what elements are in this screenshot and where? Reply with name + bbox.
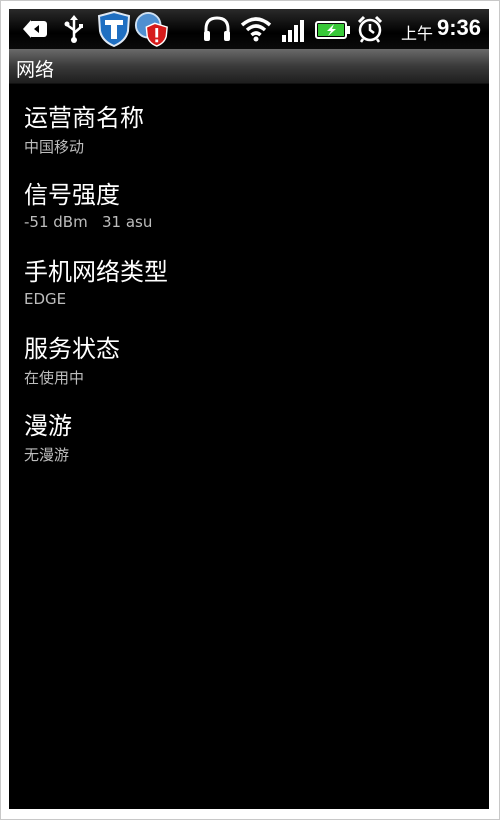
- signal-icon: [282, 20, 304, 42]
- list-item-label: 运营商名称: [24, 104, 144, 132]
- status-clock: 9:36: [436, 15, 481, 40]
- list-item-network-type[interactable]: 手机网络类型 EDGE: [9, 238, 489, 315]
- phone-screen: 上午 9:36 网络 运营商名称 中国移动 信号强度 -51 dBm 31 as…: [9, 9, 489, 809]
- list-item-signal-strength[interactable]: 信号强度 -51 dBm 31 asu: [9, 161, 489, 238]
- status-ampm: 上午: [400, 24, 433, 43]
- network-info-list: 运营商名称 中国移动 信号强度 -51 dBm 31 asu 手机网络类型 ED…: [9, 84, 489, 469]
- list-item-service-state[interactable]: 服务状态 在使用中: [9, 315, 489, 392]
- list-item-value: 在使用中: [24, 369, 85, 387]
- alert-badge-icon: [134, 11, 168, 47]
- usb-icon: [64, 15, 83, 43]
- title-bar: 网络: [9, 49, 489, 84]
- list-item-label: 手机网络类型: [24, 258, 168, 286]
- back-arrow-icon[interactable]: [21, 14, 51, 44]
- wifi-icon: [240, 17, 272, 42]
- status-bar: 上午 9:36: [9, 9, 489, 49]
- list-item-label: 服务状态: [24, 335, 120, 363]
- list-item-label: 信号强度: [24, 181, 120, 209]
- list-item-label: 漫游: [24, 412, 72, 440]
- list-item-roaming[interactable]: 漫游 无漫游: [9, 392, 489, 469]
- battery-charging-icon: [315, 21, 350, 39]
- screenshot-frame: 上午 9:36 网络 运营商名称 中国移动 信号强度 -51 dBm 31 as…: [0, 0, 500, 820]
- list-item-value: 中国移动: [24, 138, 85, 156]
- headphones-icon: [204, 16, 230, 41]
- shield-t-icon: [97, 11, 131, 47]
- list-item-value: -51 dBm 31 asu: [24, 213, 153, 231]
- page-title: 网络: [16, 59, 55, 81]
- alarm-clock-icon: [357, 15, 383, 43]
- list-item-value: 无漫游: [24, 446, 70, 464]
- list-item-value: EDGE: [24, 290, 67, 308]
- list-item-operator-name[interactable]: 运营商名称 中国移动: [9, 84, 489, 161]
